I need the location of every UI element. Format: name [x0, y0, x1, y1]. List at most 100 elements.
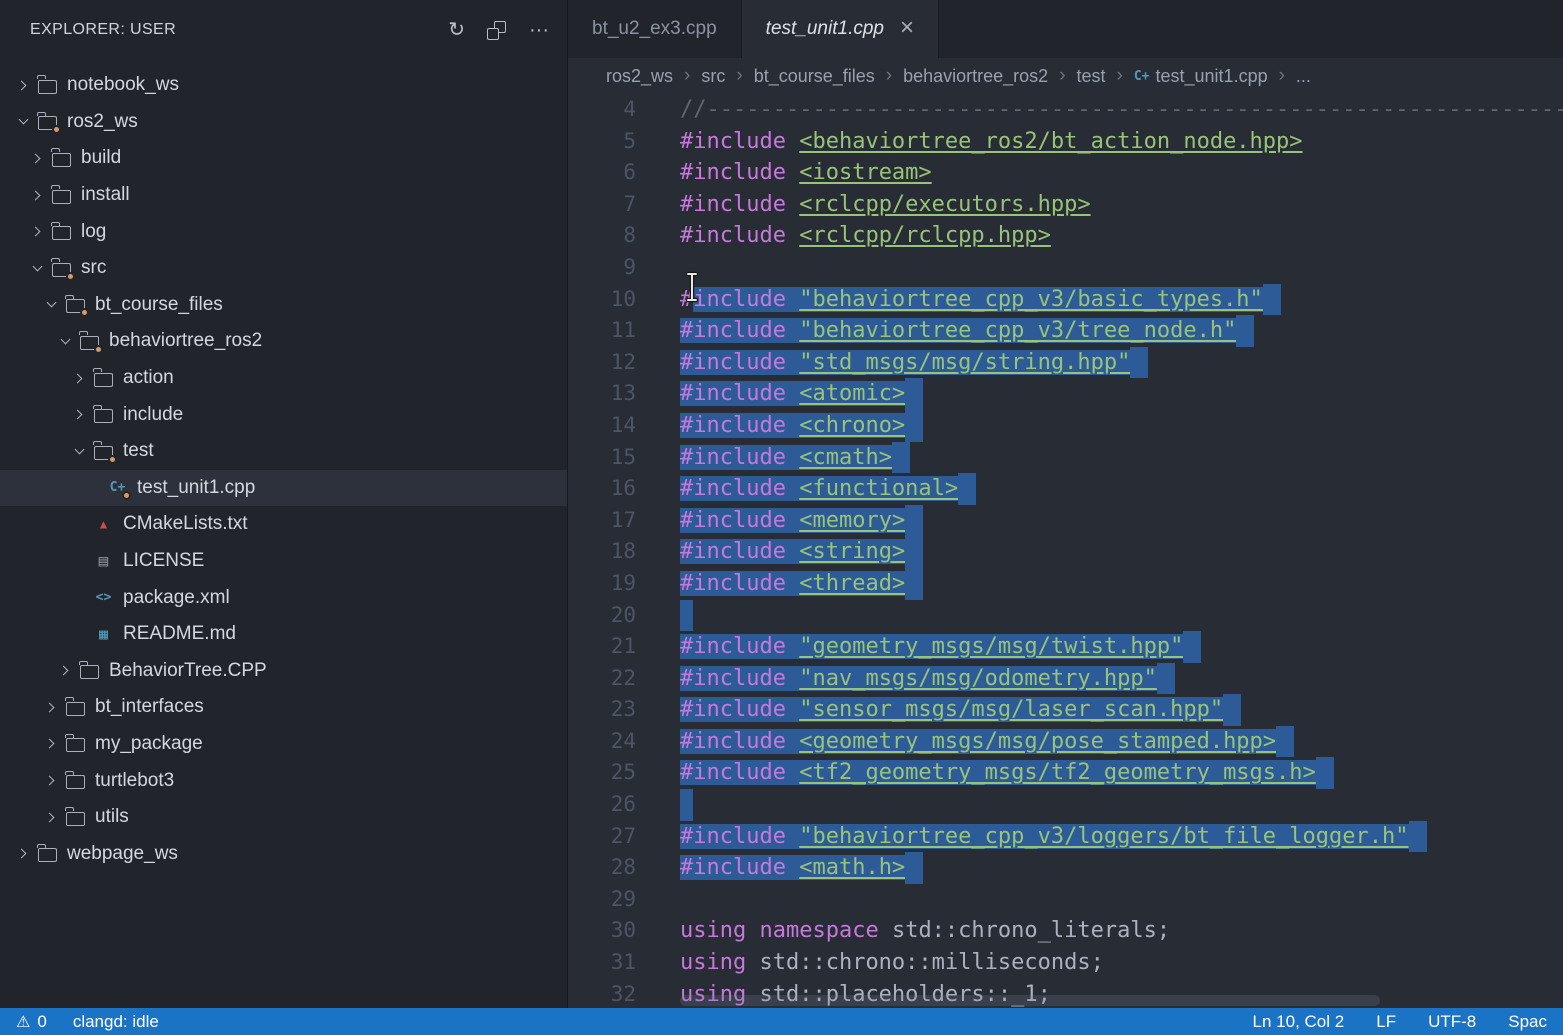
tree-file-README.md[interactable]: ▦README.md [0, 616, 567, 653]
encoding-indicator[interactable]: UTF-8 [1428, 1012, 1476, 1032]
breadcrumb-item-test_unit1.cpp[interactable]: C+test_unit1.cpp [1134, 66, 1268, 87]
selection-highlight [1236, 315, 1254, 347]
tree-folder-notebook_ws[interactable]: notebook_ws [0, 67, 567, 104]
tree-folder-ros2_ws[interactable]: ros2_ws [0, 104, 567, 141]
tab-test_unit1.cpp[interactable]: test_unit1.cpp× [742, 0, 939, 58]
code-line-20[interactable]: 20 [568, 600, 1563, 632]
breadcrumb-label: ros2_ws [606, 66, 673, 87]
code-line-6[interactable]: 6#include <iostream> [568, 157, 1563, 189]
tree-folder-my_package[interactable]: my_package [0, 726, 567, 763]
code-line-19[interactable]: 19#include <thread> [568, 568, 1563, 600]
modified-dot [122, 491, 131, 500]
code-line-28[interactable]: 28#include <math.h> [568, 852, 1563, 884]
tree-file-package.xml[interactable]: <>package.xml [0, 579, 567, 616]
breadcrumb-separator-icon: › [1279, 65, 1285, 87]
line-content: #include <behaviortree_ros2/bt_action_no… [636, 126, 1303, 158]
code-line-18[interactable]: 18#include <string> [568, 536, 1563, 568]
chevron-down-icon [40, 303, 62, 306]
problems-indicator[interactable]: ⚠ 0 [16, 1012, 47, 1032]
tree-folder-BehaviorTree.CPP[interactable]: BehaviorTree.CPP [0, 653, 567, 690]
code-line-7[interactable]: 7#include <rclcpp/executors.hpp> [568, 189, 1563, 221]
tree-folder-behaviortree_ros2[interactable]: behaviortree_ros2 [0, 323, 567, 360]
code-line-24[interactable]: 24#include <geometry_msgs/msg/pose_stamp… [568, 726, 1563, 758]
tree-item-label: webpage_ws [67, 843, 178, 865]
code-line-10[interactable]: 10#include "behaviortree_cpp_v3/basic_ty… [568, 284, 1563, 316]
tree-folder-build[interactable]: build [0, 140, 567, 177]
code-line-26[interactable]: 26 [568, 789, 1563, 821]
chevron-down-icon [26, 267, 48, 270]
refresh-icon[interactable]: ↻ [448, 20, 465, 40]
code-line-29[interactable]: 29 [568, 884, 1563, 916]
tree-folder-include[interactable]: include [0, 396, 567, 433]
tree-folder-bt_course_files[interactable]: bt_course_files [0, 287, 567, 324]
modified-dot [94, 345, 103, 354]
code-line-9[interactable]: 9 [568, 252, 1563, 284]
code-line-23[interactable]: 23#include "sensor_msgs/msg/laser_scan.h… [568, 694, 1563, 726]
tree-item-label: install [81, 184, 130, 206]
license-file-icon: ▤ [90, 543, 117, 580]
horizontal-scrollbar[interactable] [680, 995, 1380, 1006]
close-icon[interactable]: × [900, 16, 914, 40]
tree-file-test_unit1.cpp[interactable]: C+test_unit1.cpp [0, 470, 567, 507]
tree-folder-bt_interfaces[interactable]: bt_interfaces [0, 689, 567, 726]
breadcrumb-item-bt_course_files[interactable]: bt_course_files [754, 66, 875, 87]
breadcrumb-item-test[interactable]: test [1077, 66, 1106, 87]
line-content: #include <string> [636, 536, 923, 568]
tab-bt_u2_ex3.cpp[interactable]: bt_u2_ex3.cpp [568, 0, 742, 58]
line-content: #include "nav_msgs/msg/odometry.hpp" [636, 663, 1175, 695]
chevron-right-icon [26, 192, 48, 199]
code-line-13[interactable]: 13#include <atomic> [568, 378, 1563, 410]
code-line-22[interactable]: 22#include "nav_msgs/msg/odometry.hpp" [568, 663, 1563, 695]
tree-folder-utils[interactable]: utils [0, 799, 567, 836]
folder-icon [34, 67, 61, 104]
folder-icon [34, 104, 61, 141]
breadcrumb-item-...[interactable]: ... [1296, 66, 1311, 87]
code-line-16[interactable]: 16#include <functional> [568, 473, 1563, 505]
tree-folder-turtlebot3[interactable]: turtlebot3 [0, 762, 567, 799]
collapse-folders-icon[interactable] [487, 20, 507, 40]
breadcrumb-item-ros2_ws[interactable]: ros2_ws [606, 66, 673, 87]
cmake-file-icon: ▲ [90, 506, 117, 543]
code-line-21[interactable]: 21#include "geometry_msgs/msg/twist.hpp" [568, 631, 1563, 663]
eol-indicator[interactable]: LF [1376, 1012, 1396, 1032]
code-line-31[interactable]: 31using std::chrono::milliseconds; [568, 947, 1563, 979]
tree-item-label: my_package [95, 733, 203, 755]
tree-file-CMakeLists.txt[interactable]: ▲CMakeLists.txt [0, 506, 567, 543]
tree-folder-webpage_ws[interactable]: webpage_ws [0, 835, 567, 872]
line-number: 23 [568, 694, 636, 726]
code-editor[interactable]: 4//-------------------------------------… [568, 94, 1563, 1008]
code-line-11[interactable]: 11#include "behaviortree_cpp_v3/tree_nod… [568, 315, 1563, 347]
tree-folder-test[interactable]: test [0, 433, 567, 470]
tree-folder-install[interactable]: install [0, 177, 567, 214]
code-line-17[interactable]: 17#include <memory> [568, 505, 1563, 537]
code-line-8[interactable]: 8#include <rclcpp/rclcpp.hpp> [568, 220, 1563, 252]
code-line-27[interactable]: 27#include "behaviortree_cpp_v3/loggers/… [568, 821, 1563, 853]
selection-highlight [1409, 821, 1427, 853]
tree-item-label: action [123, 367, 174, 389]
cursor-position[interactable]: Ln 10, Col 2 [1253, 1012, 1345, 1032]
code-line-15[interactable]: 15#include <cmath> [568, 442, 1563, 474]
code-line-12[interactable]: 12#include "std_msgs/msg/string.hpp" [568, 347, 1563, 379]
code-line-30[interactable]: 30using namespace std::chrono_literals; [568, 915, 1563, 947]
tree-item-label: test_unit1.cpp [137, 477, 255, 499]
tree-folder-action[interactable]: action [0, 360, 567, 397]
code-line-4[interactable]: 4//-------------------------------------… [568, 94, 1563, 126]
chevron-right-icon [68, 375, 90, 382]
folder-icon [62, 799, 89, 836]
code-line-5[interactable]: 5#include <behaviortree_ros2/bt_action_n… [568, 126, 1563, 158]
code-line-25[interactable]: 25#include <tf2_geometry_msgs/tf2_geomet… [568, 757, 1563, 789]
tree-folder-src[interactable]: src [0, 250, 567, 287]
clangd-status[interactable]: clangd: idle [73, 1012, 159, 1032]
indentation-indicator[interactable]: Spac [1508, 1012, 1547, 1032]
tree-file-LICENSE[interactable]: ▤LICENSE [0, 543, 567, 580]
cpp-file-icon: C+ [1134, 69, 1150, 84]
breadcrumb-item-behaviortree_ros2[interactable]: behaviortree_ros2 [903, 66, 1048, 87]
more-actions-icon[interactable]: ··· [529, 20, 549, 40]
breadcrumb-item-src[interactable]: src [701, 66, 725, 87]
line-content: #include <atomic> [636, 378, 923, 410]
tree-folder-log[interactable]: log [0, 213, 567, 250]
code-line-14[interactable]: 14#include <chrono> [568, 410, 1563, 442]
tree-item-label: BehaviorTree.CPP [109, 660, 267, 682]
line-number: 29 [568, 884, 636, 916]
line-number: 21 [568, 631, 636, 663]
